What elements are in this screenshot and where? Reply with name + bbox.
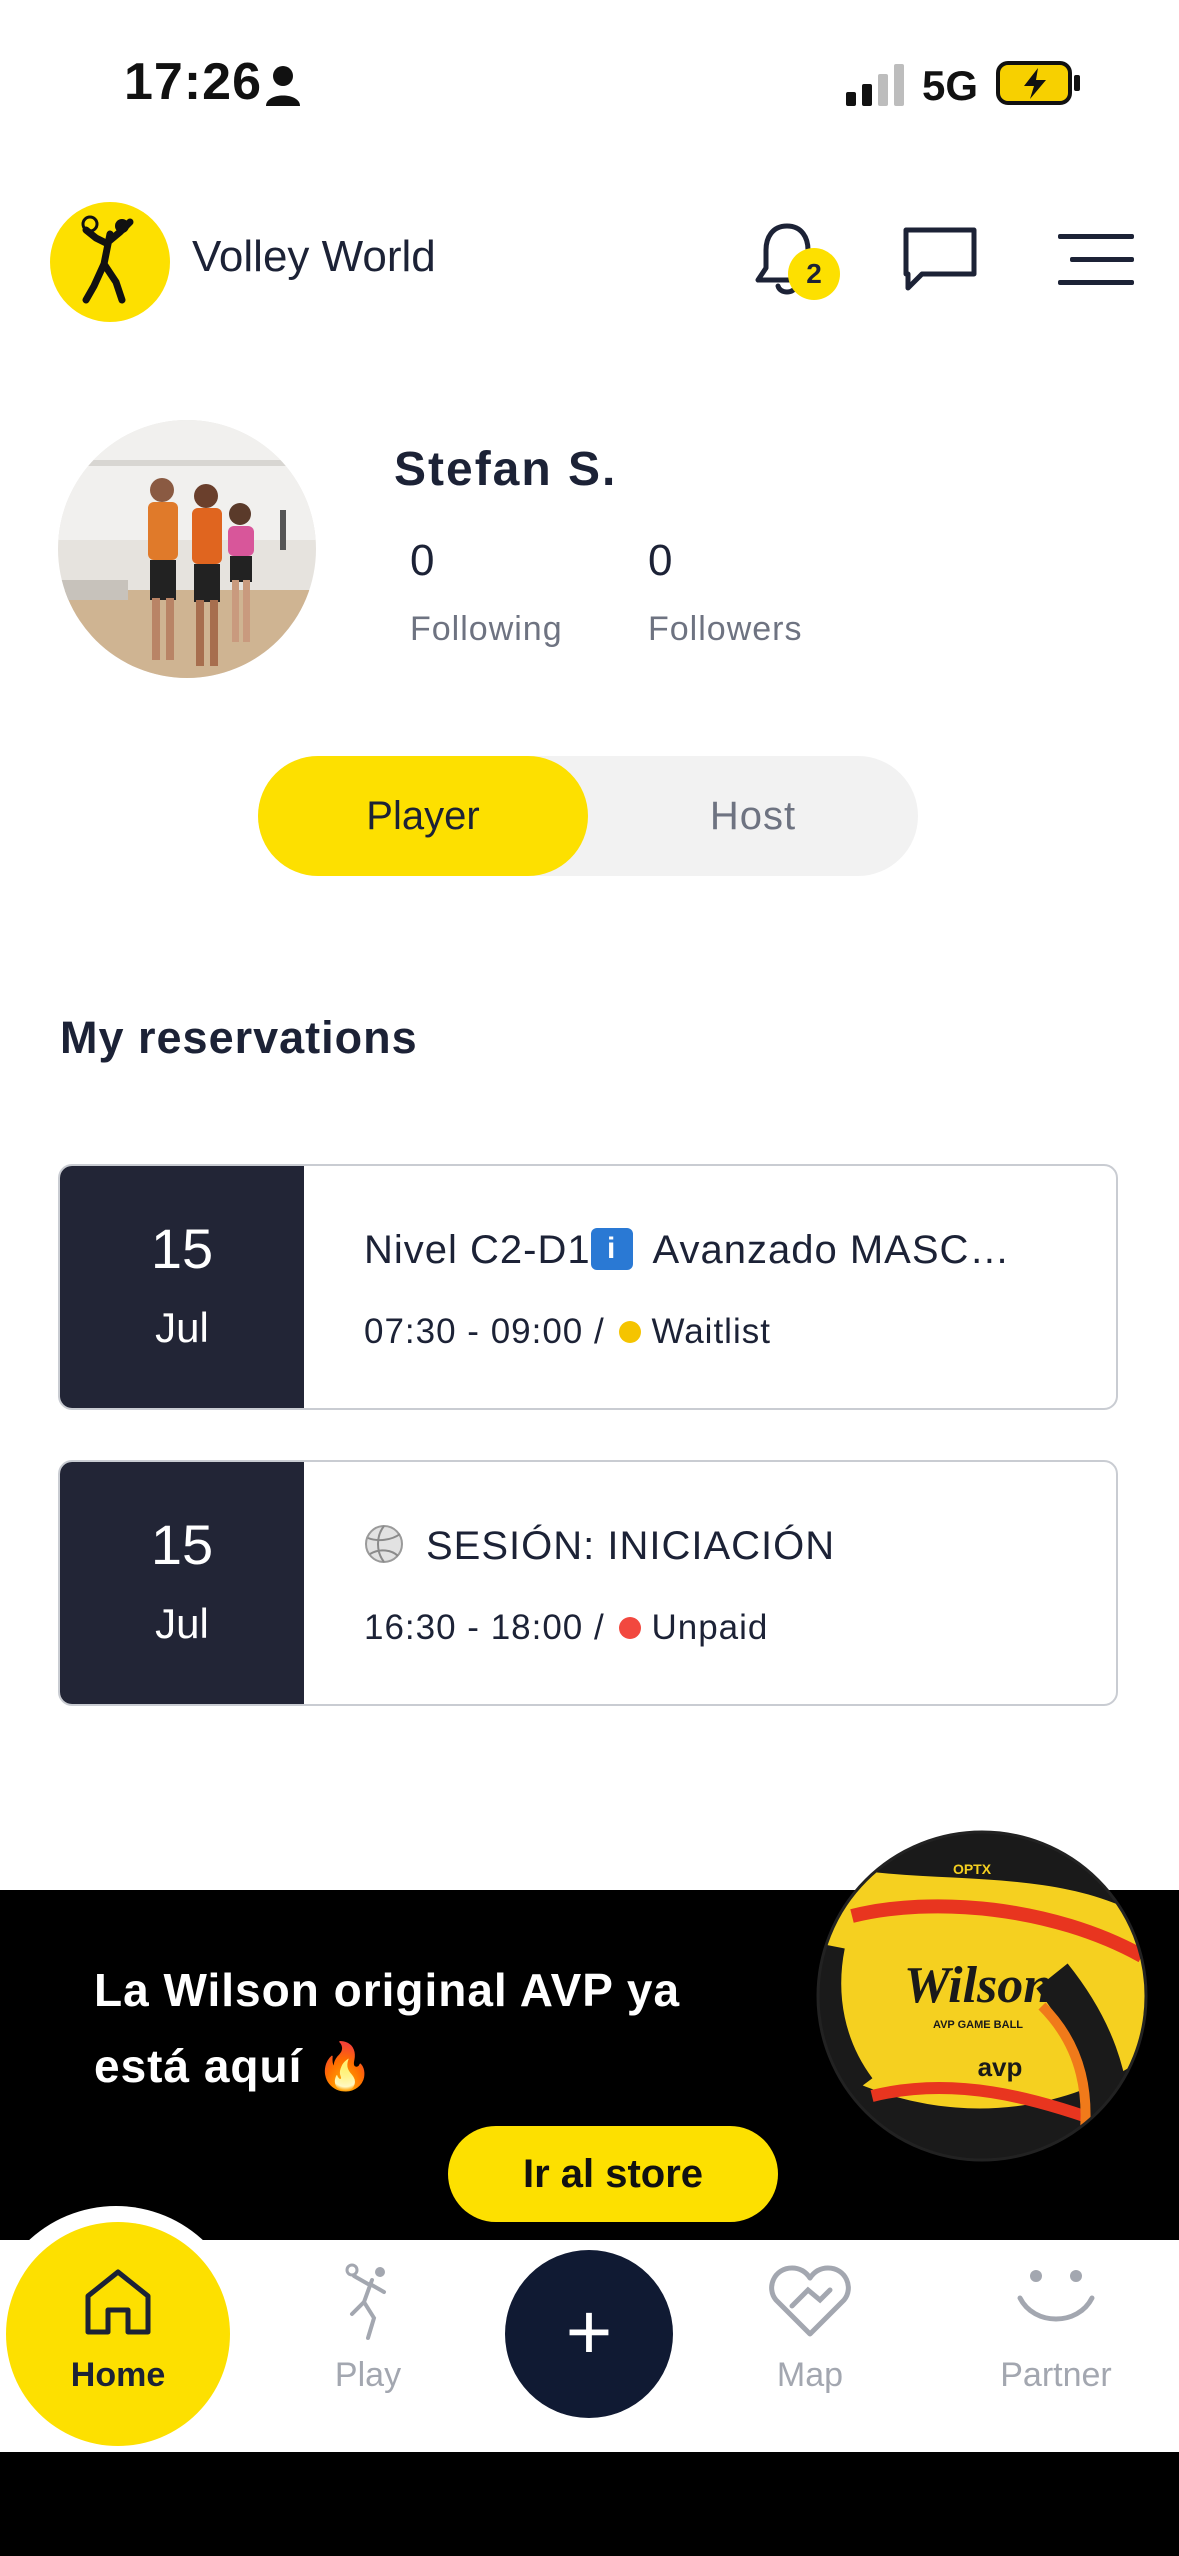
followers-count[interactable]: 0 <box>648 536 672 586</box>
reservation-meta: 07:30 - 09:00 / Waitlist <box>364 1312 771 1352</box>
partner-smile-icon[interactable] <box>1014 2266 1098 2332</box>
profile-name: Stefan S. <box>394 443 618 496</box>
brand-name: Volley World <box>192 232 436 281</box>
home-indicator-area <box>0 2452 1179 2556</box>
person-emoji-icon: i <box>590 1228 633 1271</box>
reservation-day: 15 <box>150 1513 214 1576</box>
reservation-meta: 16:30 - 18:00 / Unpaid <box>364 1608 768 1648</box>
reservation-title-text: SESIÓN: INICIACIÓN <box>426 1524 836 1568</box>
reservation-month: Jul <box>155 1304 209 1351</box>
battery-charging-icon <box>996 61 1080 105</box>
wilson-volleyball-image: OPTX Wilson AVP GAME BALL avp <box>816 1830 1148 2162</box>
following-label[interactable]: Following <box>410 610 563 649</box>
section-title: My reservations <box>60 1012 418 1063</box>
following-count[interactable]: 0 <box>410 536 434 586</box>
svg-text:avp: avp <box>978 2052 1023 2082</box>
svg-text:OPTX: OPTX <box>953 1861 992 1877</box>
promo-text: La Wilson original AVP ya está aquí 🔥 <box>94 1952 680 2104</box>
profile-photo <box>58 420 316 678</box>
store-button[interactable]: Ir al store <box>448 2126 778 2222</box>
signal-icon <box>846 64 904 106</box>
nav-map-label[interactable]: Map <box>710 2356 910 2395</box>
reservation-status: Unpaid <box>651 1608 769 1647</box>
person-icon <box>266 66 300 106</box>
reservation-date: 15 Jul <box>60 1462 304 1704</box>
reservation-card[interactable]: 15 Jul SESIÓN: INICIACIÓN 16:30 - 18:00 … <box>58 1460 1118 1706</box>
reservation-time: 16:30 - 18:00 / <box>364 1608 605 1647</box>
tab-player[interactable]: Player <box>258 756 588 876</box>
reservation-time: 07:30 - 09:00 / <box>364 1312 605 1351</box>
notification-badge: 2 <box>788 248 840 300</box>
reservation-day: 15 <box>150 1217 214 1280</box>
add-button[interactable]: + <box>505 2250 673 2418</box>
status-dot <box>619 1616 642 1639</box>
promo-line-1: La Wilson original AVP ya <box>94 1964 681 2016</box>
reservation-status: Waitlist <box>651 1312 771 1351</box>
nav-play-label[interactable]: Play <box>268 2356 468 2395</box>
nav-partner-label[interactable]: Partner <box>956 2356 1156 2395</box>
reservation-month: Jul <box>155 1600 209 1647</box>
reservation-title-suffix: Avanzado MASC… <box>642 1228 1011 1272</box>
reservation-title-prefix: Nivel C2-D1 <box>364 1228 591 1272</box>
hamburger-menu-icon[interactable] <box>1058 232 1134 288</box>
reservation-title: SESIÓN: INICIACIÓN <box>364 1524 835 1572</box>
followers-label[interactable]: Followers <box>648 610 802 649</box>
reservation-date: 15 Jul <box>60 1166 304 1408</box>
reservation-card[interactable]: 15 Jul Nivel C2-D1 i Avanzado MASC… 07:30… <box>58 1164 1118 1410</box>
tab-host[interactable]: Host <box>588 756 918 876</box>
status-time: 17:26 <box>124 53 262 111</box>
chat-icon[interactable] <box>900 224 980 296</box>
reservation-title: Nivel C2-D1 i Avanzado MASC… <box>364 1228 1010 1276</box>
svg-text:Wilson: Wilson <box>904 1957 1052 2014</box>
volleyball-icon <box>365 1525 403 1564</box>
play-icon[interactable] <box>334 2262 400 2342</box>
promo-line-2: está aquí 🔥 <box>94 2040 375 2092</box>
avatar[interactable] <box>58 420 316 678</box>
map-heart-icon[interactable] <box>768 2262 852 2340</box>
volleyball-player-logo-icon <box>81 215 134 304</box>
app-logo[interactable] <box>50 202 170 322</box>
nav-home-label[interactable]: Home <box>18 2356 218 2395</box>
status-dot <box>619 1320 642 1343</box>
network-label: 5G <box>922 62 979 109</box>
home-icon[interactable] <box>82 2266 154 2338</box>
svg-text:AVP GAME BALL: AVP GAME BALL <box>933 2019 1023 2031</box>
